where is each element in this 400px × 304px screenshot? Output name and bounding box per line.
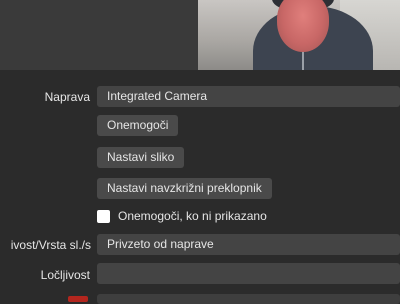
resolution-type-label: ivost/Vrsta sl./s [10, 238, 91, 252]
disable-button[interactable]: Onemogoči [97, 115, 179, 136]
deactivate-when-hidden-checkbox[interactable] [97, 209, 110, 223]
device-label: Naprava [44, 90, 90, 104]
deactivate-when-hidden-row[interactable]: Onemogoči, ko ni prikazano [97, 208, 267, 224]
deactivate-when-hidden-label: Onemogoči, ko ni prikazano [118, 209, 267, 223]
device-select[interactable]: Integrated Camera [97, 86, 400, 107]
feed-person-zipper [302, 52, 304, 70]
resolution-label: Ločljivost [40, 268, 90, 282]
configure-video-button[interactable]: Nastavi sliko [97, 147, 185, 168]
resolution-type-select[interactable]: Privzeto od naprave [97, 234, 400, 255]
partial-red-indicator [68, 296, 88, 302]
partial-field[interactable] [97, 294, 400, 304]
resolution-select[interactable] [97, 263, 400, 284]
camera-feed-image [198, 0, 400, 70]
configure-crossbar-button[interactable]: Nastavi navzkrižni preklopnik [97, 178, 272, 199]
camera-preview [0, 0, 400, 70]
